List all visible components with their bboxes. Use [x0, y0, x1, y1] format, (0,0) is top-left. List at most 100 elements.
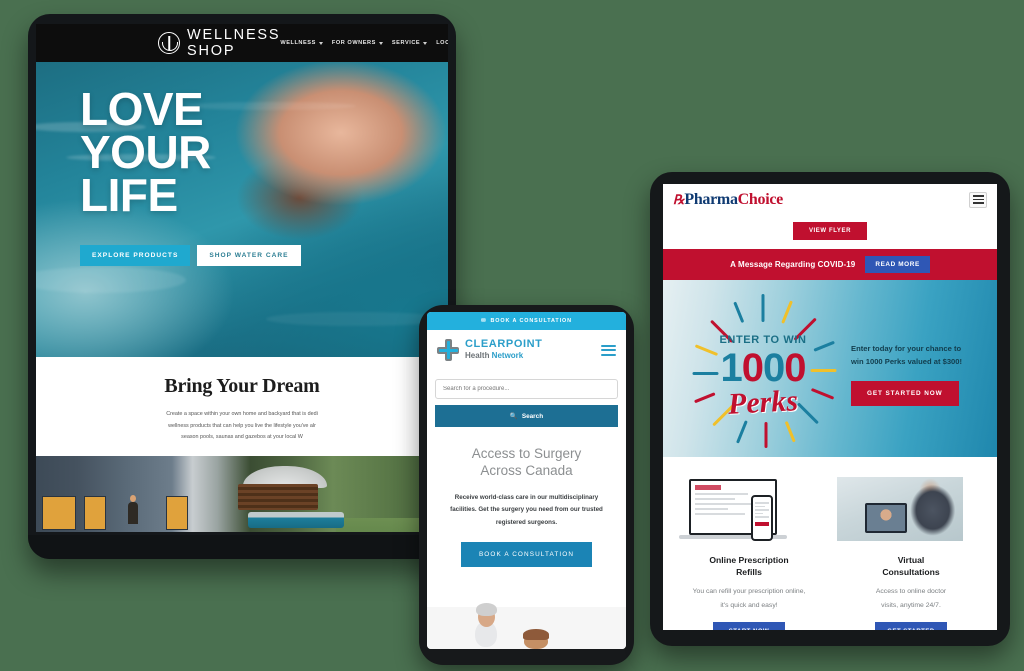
backyard-photo: [36, 455, 448, 532]
banner-copy-line-2: win 1000 Perks valued at $300!: [851, 357, 963, 367]
nav-item-wellness-label: WELLNESS: [280, 40, 316, 46]
pharmachoice-header: ℞PharmaChoice: [663, 184, 997, 215]
virtual-consultation-photo-icon: [837, 471, 985, 549]
clearpoint-brand-line-2: Health Network: [465, 350, 524, 360]
card-virtual-consultations[interactable]: Virtual Consultations Access to online d…: [837, 471, 985, 630]
magnifier-icon: 🔍: [509, 413, 518, 420]
rx-icon: ℞: [673, 191, 685, 207]
laptop-device-mockup: WELLNESS SHOP WELLNESS FOR OWNERS SERVIC…: [28, 14, 456, 559]
clearpoint-heading-line-2: Across Canada: [480, 463, 573, 478]
card-title: Online Prescription Refills: [675, 555, 823, 578]
perks-number: 1000: [720, 346, 807, 390]
swimming-pool: [248, 511, 344, 528]
paragraph-line-2: wellness products that can help you live…: [168, 422, 316, 429]
chevron-down-icon: [318, 41, 323, 45]
card-description: You can refill your prescription online,…: [675, 585, 823, 614]
nav-item-service[interactable]: SERVICE: [392, 40, 428, 46]
laptop-base: [28, 535, 456, 559]
phone-screen: ✉ BOOK A CONSULTATION CLEARPOINT Health …: [427, 312, 626, 649]
card-description: Access to online doctor visits, anytime …: [837, 585, 985, 614]
laptop-screen: WELLNESS SHOP WELLNESS FOR OWNERS SERVIC…: [36, 24, 448, 532]
hero-content: LOVE YOUR LIFE EXPLORE PRODUCTS SHOP WAT…: [36, 62, 448, 266]
card-title-line-1: Online Prescription: [709, 555, 789, 565]
nav-item-locations-label: LOCATIONS: [436, 40, 448, 46]
clearpoint-search-area: [427, 371, 626, 399]
chevron-down-icon: [378, 41, 383, 45]
paragraph-line-1: Create a space within your own home and …: [166, 411, 318, 417]
card-online-prescription-refills[interactable]: Online Prescription Refills You can refi…: [675, 471, 823, 630]
book-a-consultation-button[interactable]: BOOK A CONSULTATION: [460, 542, 593, 568]
starburst-graphic: ENTER TO WIN 1000 Perks: [692, 294, 837, 448]
tablet-in-photo: [865, 503, 907, 533]
nav-item-for-owners-label: FOR OWNERS: [331, 40, 376, 46]
flyer-row: VIEW FLYER: [663, 215, 997, 249]
wellness-shop-menu: WELLNESS FOR OWNERS SERVICE LOCATIONS SH…: [280, 34, 448, 52]
covid-banner: A Message Regarding COVID-19 READ MORE: [663, 249, 997, 280]
clearpoint-paragraph: Receive world-class care in our multidis…: [450, 494, 603, 526]
covid-message: A Message Regarding COVID-19: [730, 260, 856, 269]
read-more-button[interactable]: READ MORE: [865, 256, 930, 273]
book-consultation-topbar[interactable]: ✉ BOOK A CONSULTATION: [427, 312, 626, 330]
window: [84, 495, 106, 530]
card-desc-line-1: Access to online doctor: [875, 588, 947, 596]
clearpoint-body: Access to Surgery Across Canada Receive …: [427, 427, 626, 568]
nav-item-for-owners[interactable]: FOR OWNERS: [332, 40, 383, 46]
get-started-now-button[interactable]: GET STARTED NOW: [851, 380, 959, 406]
wellness-shop-brand[interactable]: WELLNESS SHOP: [46, 27, 280, 59]
medical-cross-icon: [437, 339, 459, 361]
enter-to-win-text: ENTER TO WIN: [719, 334, 807, 346]
card-title: Virtual Consultations: [837, 555, 985, 578]
phone-illustration: [751, 495, 773, 541]
hero-buttons: EXPLORE PRODUCTS SHOP WATER CARE: [80, 244, 448, 266]
paragraph-line-3: season pools, saunas and gazebos at your…: [181, 434, 303, 441]
phone-device-mockup: ✉ BOOK A CONSULTATION CLEARPOINT Health …: [419, 305, 634, 665]
pharmachoice-logo[interactable]: ℞PharmaChoice: [673, 191, 783, 209]
wellness-shop-logo-icon: [158, 32, 180, 54]
hamburger-icon[interactable]: [969, 191, 987, 208]
hero-line-3: LIFE: [80, 169, 178, 222]
explore-products-button[interactable]: EXPLORE PRODUCTS: [80, 244, 191, 266]
wellness-shop-navbar: WELLNESS SHOP WELLNESS FOR OWNERS SERVIC…: [36, 24, 448, 62]
banner-paragraph: Enter today for your chance to win 1000 …: [851, 342, 986, 369]
banner-copy-line-1: Enter today for your chance to: [851, 344, 962, 353]
view-flyer-button[interactable]: VIEW FLYER: [792, 222, 868, 240]
card-title-line-2: Consultations: [882, 566, 940, 577]
tablet-device-mockup: ℞PharmaChoice VIEW FLYER A Message Regar…: [650, 172, 1010, 646]
envelope-icon: ✉: [481, 318, 487, 324]
search-input[interactable]: [435, 379, 618, 399]
virtual-consult-photo: [837, 477, 963, 541]
hamburger-icon[interactable]: [601, 342, 616, 358]
chevron-down-icon: [423, 41, 428, 45]
card-button-start-now[interactable]: START NOW: [713, 621, 785, 630]
search-button-label: Search: [521, 412, 544, 420]
logo-choice: Choice: [737, 190, 784, 208]
card-desc-line-2: it's quick and easy!: [720, 602, 778, 610]
nav-item-wellness[interactable]: WELLNESS: [280, 40, 323, 46]
shop-water-care-button[interactable]: SHOP WATER CARE: [197, 244, 301, 266]
person-elder: [475, 603, 497, 647]
perks-word: Perks: [727, 384, 799, 421]
bring-your-dream-section: Bring Your Dream Create a space within y…: [36, 357, 448, 456]
patio-bench: [238, 483, 318, 510]
laptop-and-phone-illustration-icon: [675, 471, 823, 549]
window: [42, 495, 76, 530]
person-child: [523, 629, 549, 649]
nav-item-locations[interactable]: LOCATIONS: [436, 40, 448, 46]
clearpoint-heading: Access to Surgery Across Canada: [443, 445, 610, 479]
banner-copy: Enter today for your chance to win 1000 …: [851, 342, 986, 406]
hero-heading: LOVE YOUR LIFE: [80, 86, 448, 222]
card-desc-line-2: visits, anytime 24/7.: [881, 602, 941, 610]
card-button-get-started-today[interactable]: GET STARTED TODAY: [875, 621, 947, 630]
clearpoint-heading-line-1: Access to Surgery: [471, 446, 582, 461]
card-title-line-1: Virtual: [897, 555, 925, 565]
search-button[interactable]: 🔍 Search: [435, 405, 618, 427]
person-figure: [128, 494, 138, 524]
clearpoint-brand-line-1: CLEARPOINT: [465, 338, 543, 351]
pharmachoice-cards: Online Prescription Refills You can refi…: [663, 457, 997, 630]
perks-promo-banner[interactable]: ENTER TO WIN 1000 Perks Enter today for …: [663, 280, 997, 457]
clearpoint-brand[interactable]: CLEARPOINT Health Network: [465, 339, 543, 360]
topbar-label: BOOK A CONSULTATION: [490, 318, 572, 324]
window: [166, 495, 188, 530]
section-heading: Bring Your Dream: [164, 375, 320, 397]
water-ripple: [36, 267, 186, 293]
